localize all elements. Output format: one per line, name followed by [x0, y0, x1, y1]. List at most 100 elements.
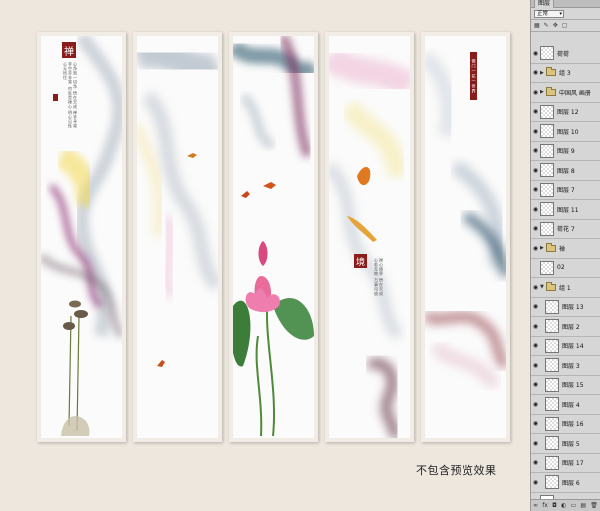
visibility-eye-icon[interactable]: ◉	[531, 206, 540, 213]
visibility-eye-icon[interactable]: ◉	[531, 186, 540, 193]
layer-name[interactable]: 图层 9	[557, 146, 575, 155]
layer-name[interactable]: 图层 4	[562, 400, 580, 409]
layer-name[interactable]: 图层 13	[562, 302, 584, 311]
layer-name[interactable]: 图层 15	[562, 380, 584, 389]
visibility-eye-icon[interactable]: ◉	[531, 401, 540, 408]
layer-thumbnail	[540, 221, 554, 236]
red-stamp-1	[53, 94, 58, 101]
visibility-eye-icon[interactable]: ◉	[531, 381, 540, 388]
layer-row[interactable]: ◉ 图层 12	[531, 103, 600, 122]
fx-icon[interactable]: fx	[542, 502, 548, 509]
artboard-icon[interactable]: ▢	[562, 22, 568, 29]
art-panel-2[interactable]	[133, 32, 222, 442]
layer-name[interactable]: 荷花 7	[557, 224, 575, 233]
visibility-eye-icon[interactable]: ◉	[531, 225, 540, 232]
layer-row[interactable]: ◉ 图层 17	[531, 454, 600, 473]
seal-chan: 禅	[62, 42, 76, 58]
layer-row[interactable]: ◉ 图层 4	[531, 395, 600, 415]
brush-icon[interactable]: ✎	[544, 22, 549, 29]
folder-icon	[546, 67, 556, 77]
layer-thumbnail	[545, 436, 559, 451]
layer-name[interactable]: 图层 14	[562, 341, 584, 350]
layer-name[interactable]: 图层 3	[562, 361, 580, 370]
caption-no-preview: 不包含预览效果	[416, 464, 497, 477]
visibility-eye-icon[interactable]: ◉	[531, 89, 540, 96]
visibility-eye-icon[interactable]: ◉	[531, 245, 540, 252]
art-panel-3[interactable]	[229, 32, 318, 442]
adjustment-icon[interactable]: ◐	[561, 502, 566, 509]
layer-row[interactable]: ◉ 图层 2	[531, 317, 600, 337]
layer-row[interactable]: ◉ 荷花 7	[531, 220, 600, 239]
visibility-eye-icon[interactable]: ◉	[531, 284, 540, 291]
visibility-eye-icon[interactable]: ◉	[531, 323, 540, 330]
layer-name[interactable]: 禅	[559, 244, 565, 253]
layer-name[interactable]: 组 1	[559, 283, 571, 292]
layer-name[interactable]: 图层 2	[562, 322, 580, 331]
visibility-eye-icon[interactable]: ◉	[531, 128, 540, 135]
visibility-eye-icon[interactable]: ◉	[531, 440, 540, 447]
layer-row[interactable]: ◉ 图层 11	[531, 200, 600, 220]
move-icon[interactable]: ✥	[553, 22, 558, 29]
layer-row[interactable]: ◉ ▶ 组 3	[531, 64, 600, 83]
art-panel-5[interactable]: 佛门一花一世界	[421, 32, 510, 442]
visibility-eye-icon[interactable]: ◉	[531, 303, 540, 310]
layer-name[interactable]: 图层 7	[557, 185, 575, 194]
visibility-eye-icon[interactable]: ◉	[531, 420, 540, 427]
visibility-eye-icon[interactable]: ◉	[531, 459, 540, 466]
layer-row[interactable]: ◉ 图层 3	[531, 356, 600, 376]
layer-name[interactable]: 图层 6	[562, 478, 580, 487]
layer-row[interactable]: ◉ 图层 5	[531, 434, 600, 454]
layer-row[interactable]: ◉ 图层 8	[531, 161, 600, 181]
folder-icon[interactable]: ▭	[571, 502, 577, 509]
layer-name[interactable]: 图层 10	[557, 127, 579, 136]
layer-name[interactable]: 图层 17	[562, 458, 584, 467]
layer-row[interactable]: 02	[531, 259, 600, 278]
visibility-eye-icon[interactable]: ◉	[531, 479, 540, 486]
blend-mode-select[interactable]: 正常	[534, 9, 564, 18]
visibility-eye-icon[interactable]: ◉	[531, 50, 540, 57]
layer-row[interactable]: ◉ 图层 13	[531, 298, 600, 317]
layer-name[interactable]: 图层 16	[562, 419, 584, 428]
visibility-eye-icon[interactable]: ◉	[531, 362, 540, 369]
layer-thumbnail	[545, 377, 559, 392]
visibility-eye-icon[interactable]: ◉	[531, 108, 540, 115]
new-layer-icon[interactable]: ▤	[580, 502, 586, 509]
layer-thumbnail	[540, 143, 554, 158]
layer-row[interactable]: ◉ ▶ 中国风 画册	[531, 83, 600, 103]
layer-row[interactable]: ◉ 图层 15	[531, 376, 600, 395]
visibility-eye-icon[interactable]: ◉	[531, 342, 540, 349]
layer-thumbnail	[540, 163, 554, 178]
layer-row[interactable]: ◉ 图层 14	[531, 337, 600, 356]
tab-layers[interactable]: 图层	[534, 0, 555, 8]
visibility-eye-icon[interactable]: ◉	[531, 167, 540, 174]
layer-name[interactable]: 中国风 画册	[559, 88, 591, 97]
layer-name[interactable]: 组 3	[559, 68, 571, 77]
layer-row[interactable]: ◉ 图层 6	[531, 473, 600, 493]
layer-row[interactable]: ◉ 荷荷	[531, 44, 600, 64]
mask-icon[interactable]: ◘	[552, 502, 557, 509]
art-panel-4[interactable]: 境 禅心境界 悟在天成 心若无物 万事可放	[325, 32, 414, 442]
visibility-eye-icon[interactable]: ◉	[531, 147, 540, 154]
link-icon[interactable]: ∞	[533, 502, 538, 509]
layer-name[interactable]: 图层 12	[557, 107, 579, 116]
art-panel-1[interactable]: 禅 心净则一切净 悟在天成 禅非寻常 非空亦非常 何处是禅心 明心见性 心无所住	[37, 32, 126, 442]
layer-row[interactable]: ◉ ▼ 组 1	[531, 278, 600, 298]
layer-row[interactable]: ◉ 图层 16	[531, 415, 600, 434]
trash-icon[interactable]: 🗑	[590, 502, 598, 509]
layer-thumbnail	[540, 260, 554, 275]
document-canvas[interactable]: 禅 心净则一切净 悟在天成 禅非寻常 非空亦非常 何处是禅心 明心见性 心无所住	[0, 0, 530, 511]
lock-icon[interactable]: ▦	[534, 22, 540, 29]
layer-row[interactable]: ◉ 图层 7	[531, 181, 600, 200]
layer-row[interactable]: ◉ 图层 9	[531, 142, 600, 161]
layer-name[interactable]: 图层 8	[557, 166, 575, 175]
layer-name[interactable]: 图层 5	[562, 439, 580, 448]
visibility-eye-icon[interactable]: ◉	[531, 69, 540, 76]
layer-row[interactable]: ◉ ▶ 禅	[531, 239, 600, 259]
layer-name[interactable]: 图层 11	[557, 205, 579, 214]
layer-row[interactable]: ◉ 图层 10	[531, 122, 600, 142]
layer-list[interactable]: ◉ 荷荷 ◉ ▶ 组 3 ◉ ▶ 中国风 画册 ◉ 图层 12 ◉ 图层 10 ◉ 图层 9 ◉ 图层 8 ◉ 图…	[531, 44, 600, 511]
layer-name[interactable]: 02	[557, 264, 565, 271]
layer-name[interactable]: 荷荷	[557, 49, 569, 58]
layer-thumbnail	[540, 124, 554, 139]
layers-panel[interactable]: 图层 正常 ▦ ✎ ✥ ▢ ◉荷荷◉▶组 3◉▶中国风 画册◉图层 12◉图层 …	[530, 0, 600, 511]
